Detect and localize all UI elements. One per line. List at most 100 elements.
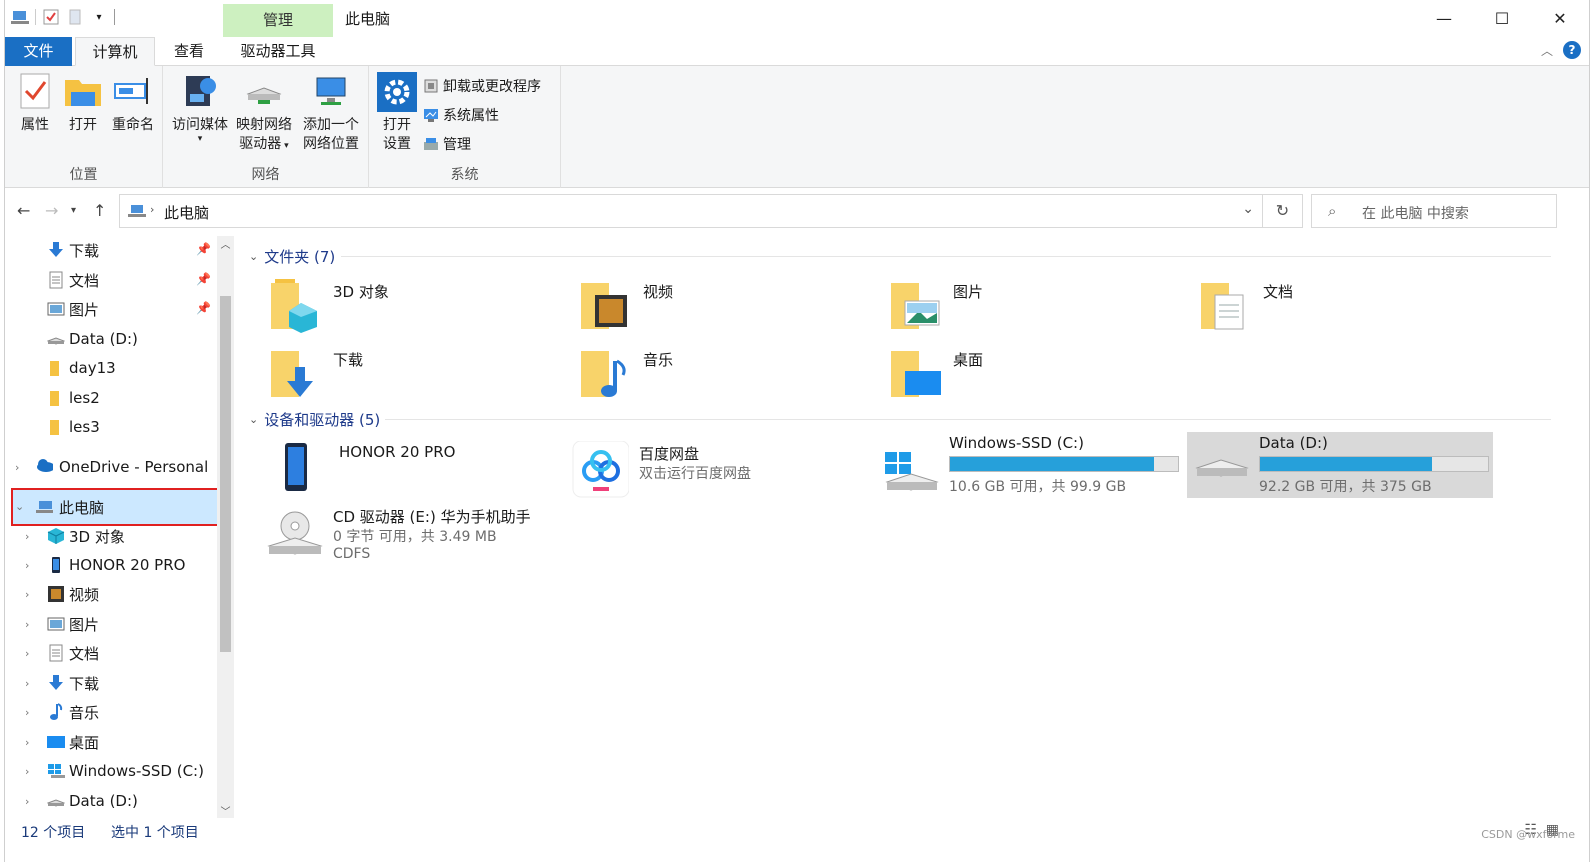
properties-icon[interactable] <box>42 8 60 26</box>
system-properties-label: 系统属性 <box>443 108 499 124</box>
collapse-ribbon-icon[interactable]: ︿ <box>1541 42 1553 59</box>
open-settings-button[interactable]: 打开 设置 <box>377 72 417 154</box>
add-network-location-button[interactable]: 添加一个 网络位置 <box>299 72 363 154</box>
new-folder-icon[interactable] <box>66 8 84 26</box>
open-button[interactable]: 打开 <box>63 72 103 135</box>
device-baidu-netdisk[interactable]: 百度网盘 双击运行百度网盘 <box>571 441 871 511</box>
context-tab-manage[interactable]: 管理 <box>223 4 333 37</box>
music-folder-icon <box>581 351 626 397</box>
nav-item-les3[interactable]: les3 <box>5 413 217 441</box>
nav-item-onedrive[interactable]: › OneDrive - Personal <box>5 453 217 481</box>
search-box[interactable]: ⌕ 在 此电脑 中搜索 <box>1311 194 1557 228</box>
address-bar[interactable]: › 此电脑 ⌄ <box>119 194 1263 228</box>
folder-downloads[interactable]: 下载 <box>271 345 571 409</box>
collapse-chevron-icon[interactable]: ⌄ <box>249 413 258 426</box>
nav-scrollbar[interactable]: ︿ ﹀ <box>217 236 234 818</box>
recent-locations-icon[interactable]: ▾ <box>71 205 76 216</box>
expand-chevron-icon[interactable]: › <box>25 765 29 778</box>
uninstall-program-button[interactable]: 卸载或更改程序 <box>423 74 541 98</box>
pin-icon[interactable]: 📌 <box>196 301 211 315</box>
device-windows-ssd-c[interactable]: Windows-SSD (C:) 10.6 GB 可用，共 99.9 GB <box>881 432 1181 502</box>
expand-chevron-icon[interactable]: › <box>25 736 29 749</box>
system-properties-button[interactable]: 系统属性 <box>423 103 499 127</box>
nav-item-honor[interactable]: › HONOR 20 PRO <box>5 551 217 579</box>
expand-chevron-icon[interactable]: › <box>25 559 29 572</box>
computer-icon[interactable] <box>11 8 29 26</box>
uninstall-icon <box>424 79 438 93</box>
customize-qat-icon[interactable]: ▾ <box>90 8 108 26</box>
nav-item-les2[interactable]: les2 <box>5 384 217 412</box>
nav-item-this-pc[interactable]: ⌄ 此电脑 <box>11 488 219 526</box>
device-data-d[interactable]: Data (D:) 92.2 GB 可用，共 375 GB <box>1187 432 1493 498</box>
breadcrumb-separator-icon[interactable]: › <box>150 203 154 216</box>
map-drive-button[interactable]: 映射网络 驱动器 ▾ <box>233 72 295 156</box>
folder-3d-objects[interactable]: 3D 对象 <box>271 277 571 341</box>
tab-file[interactable]: 文件 <box>5 37 72 66</box>
device-honor-20-pro[interactable]: HONOR 20 PRO <box>271 441 571 511</box>
desktop-folder-icon <box>891 351 941 397</box>
folder-music[interactable]: 音乐 <box>581 345 881 409</box>
folder-desktop[interactable]: 桌面 <box>891 345 1191 409</box>
drive-usage-fill <box>950 457 1154 471</box>
nav-label: Data (D:) <box>69 792 138 810</box>
nav-item-windows-ssd[interactable]: › Windows-SSD (C:) <box>5 757 217 785</box>
back-arrow-icon[interactable]: ← <box>17 201 30 220</box>
nav-item-data-d[interactable]: Data (D:) <box>5 325 217 353</box>
expand-chevron-icon[interactable]: › <box>25 618 29 631</box>
nav-item-downloads[interactable]: 下载 📌 <box>5 236 217 264</box>
collapse-chevron-icon[interactable]: ⌄ <box>249 250 258 263</box>
nav-item-downloads-pc[interactable]: › 下载 <box>5 669 217 697</box>
maximize-button[interactable]: ☐ <box>1473 0 1531 36</box>
close-button[interactable]: ✕ <box>1531 0 1589 36</box>
expand-chevron-icon[interactable]: › <box>25 795 29 808</box>
collapse-chevron-icon[interactable]: ⌄ <box>15 500 24 513</box>
scroll-up-icon[interactable]: ︿ <box>217 236 234 251</box>
folder-videos[interactable]: 视频 <box>581 277 881 341</box>
nav-item-documents-pc[interactable]: › 文档 <box>5 639 217 667</box>
nav-item-videos[interactable]: › 视频 <box>5 580 217 608</box>
nav-item-music[interactable]: › 音乐 <box>5 698 217 726</box>
address-dropdown-icon[interactable]: ⌄ <box>1242 201 1254 217</box>
nav-item-data-d-pc[interactable]: › Data (D:) <box>5 787 217 815</box>
document-icon <box>49 644 63 662</box>
folder-label: 3D 对象 <box>333 283 389 301</box>
pin-icon[interactable]: 📌 <box>196 242 211 256</box>
nav-item-pictures-pc[interactable]: › 图片 <box>5 610 217 638</box>
nav-item-3d-objects[interactable]: › 3D 对象 <box>5 522 217 550</box>
minimize-button[interactable]: — <box>1415 0 1473 36</box>
expand-chevron-icon[interactable]: › <box>25 588 29 601</box>
nav-item-pictures[interactable]: 图片 📌 <box>5 295 217 323</box>
help-icon[interactable]: ? <box>1563 41 1581 59</box>
tab-drive-tools[interactable]: 驱动器工具 <box>223 37 333 66</box>
tab-view[interactable]: 查看 <box>163 37 215 66</box>
tab-computer[interactable]: 计算机 <box>75 37 155 66</box>
folders-section-header[interactable]: ⌄ 文件夹 (7) <box>249 246 335 267</box>
nav-item-documents[interactable]: 文档 📌 <box>5 266 217 294</box>
folder-pictures[interactable]: 图片 <box>891 277 1191 341</box>
baidu-netdisk-icon <box>572 441 629 498</box>
explorer-window: ▾ 管理 此电脑 — ☐ ✕ 文件 计算机 查看 驱动器工具 ︿ ? 属性 打开… <box>4 0 1590 862</box>
devices-section-header[interactable]: ⌄ 设备和驱动器 (5) <box>249 409 380 430</box>
pin-icon[interactable]: 📌 <box>196 272 211 286</box>
device-cd-drive-e[interactable]: CD 驱动器 (E:) 华为手机助手 0 字节 可用，共 3.49 MB CDF… <box>265 504 565 574</box>
nav-item-day13[interactable]: day13 <box>5 354 217 382</box>
folder-documents[interactable]: 文档 <box>1201 277 1501 341</box>
expand-chevron-icon[interactable]: › <box>25 647 29 660</box>
access-media-button[interactable]: 访问媒体 ▾ <box>169 72 231 144</box>
manage-button[interactable]: 管理 <box>423 132 471 156</box>
phone-icon <box>285 443 307 491</box>
expand-chevron-icon[interactable]: › <box>25 677 29 690</box>
scroll-down-icon[interactable]: ﹀ <box>217 803 234 818</box>
expand-chevron-icon[interactable]: › <box>15 461 19 474</box>
expand-chevron-icon[interactable]: › <box>25 706 29 719</box>
nav-item-desktop[interactable]: › 桌面 <box>5 728 217 756</box>
expand-chevron-icon[interactable]: › <box>25 530 29 543</box>
rename-button[interactable]: 重命名 <box>109 72 157 135</box>
scrollbar-thumb[interactable] <box>220 296 231 652</box>
up-arrow-icon[interactable]: ↑ <box>93 201 106 220</box>
breadcrumb-this-pc[interactable]: 此电脑 <box>164 202 209 223</box>
refresh-button[interactable]: ↻ <box>1263 194 1303 228</box>
nav-label: 下载 <box>69 241 100 260</box>
forward-arrow-icon[interactable]: → <box>45 201 58 220</box>
properties-button[interactable]: 属性 <box>15 72 55 135</box>
